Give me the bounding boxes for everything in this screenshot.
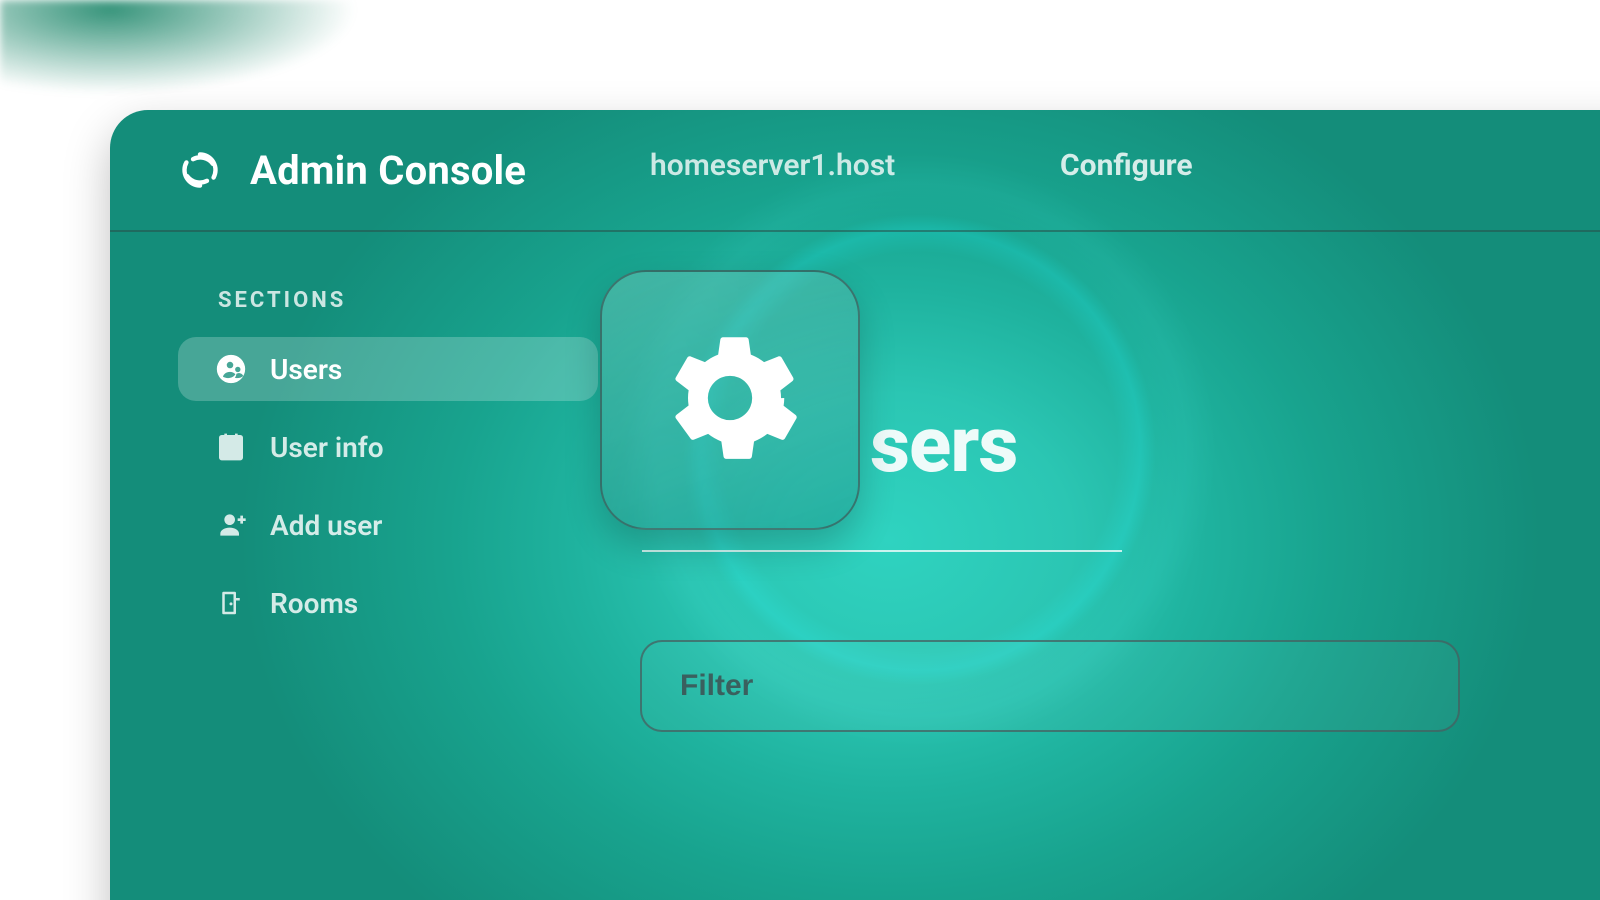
sidebar-item-users[interactable]: Users — [178, 337, 598, 401]
app-title: Admin Console — [250, 147, 526, 194]
sidebar: SECTIONS Users User info Add user — [178, 288, 598, 649]
gear-icon — [660, 328, 800, 472]
sidebar-section-heading: SECTIONS — [218, 288, 598, 313]
title-underline — [642, 550, 1122, 552]
sidebar-item-add-user[interactable]: Add user — [178, 493, 598, 557]
sidebar-item-label: User info — [270, 431, 384, 464]
sidebar-item-label: Rooms — [270, 587, 358, 620]
topbar: Admin Console homeserver1.host Configure — [110, 110, 1600, 232]
configure-link[interactable]: Configure — [1060, 148, 1193, 183]
brand: Admin Console — [178, 147, 526, 194]
brand-logo-icon — [178, 148, 222, 192]
add-user-icon — [214, 508, 248, 542]
admin-console-panel: Admin Console homeserver1.host Configure… — [110, 110, 1600, 900]
sidebar-item-user-info[interactable]: User info — [178, 415, 598, 479]
page-title: sers — [870, 400, 1017, 491]
sidebar-item-label: Users — [270, 353, 342, 386]
user-info-icon — [214, 430, 248, 464]
sidebar-item-label: Add user — [270, 509, 382, 542]
settings-tile[interactable] — [600, 270, 860, 530]
sidebar-item-rooms[interactable]: Rooms — [178, 571, 598, 635]
filter-field[interactable] — [640, 640, 1460, 732]
filter-input[interactable] — [680, 669, 1458, 703]
host-label: homeserver1.host — [650, 148, 895, 183]
rooms-icon — [214, 586, 248, 620]
users-icon — [214, 352, 248, 386]
